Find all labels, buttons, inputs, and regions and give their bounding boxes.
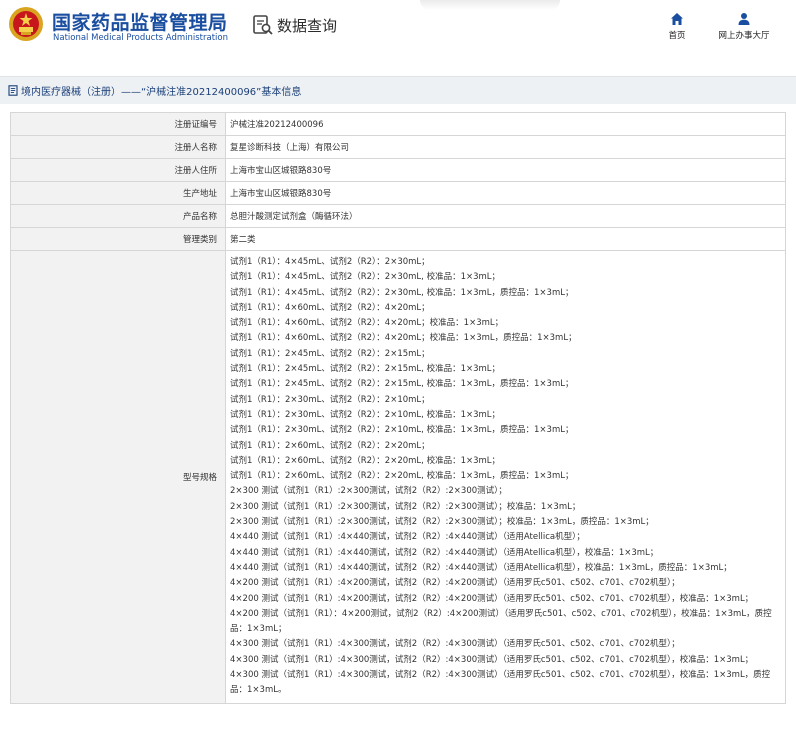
home-icon[interactable]	[670, 12, 684, 26]
spec-list: 试剂1（R1）：4×45mL、试剂2（R2）：2×30mL； 试剂1（R1）：4×…	[226, 251, 785, 703]
spec-line: 2×300 测试（试剂1（R1）:2×300测试，试剂2（R2）:2×300测试…	[230, 486, 507, 497]
spec-line: 4×440 测试（试剂1（R1）:4×440测试，试剂2（R2）:4×440测试…	[230, 547, 659, 558]
header-gap	[0, 60, 796, 76]
table-row: 注册证编号 沪械注准20212400096	[10, 113, 786, 136]
field-label: 生产地址	[11, 182, 226, 204]
spec-line: 试剂1（R1）：4×60mL、试剂2（R2）：4×20mL；校准品：1×3mL，…	[230, 333, 577, 344]
spec-line: 试剂1（R1）：2×30mL、试剂2（R2）：2×10mL, 校准品：1×3mL…	[230, 425, 574, 436]
field-value: 上海市宝山区城银路830号	[230, 166, 332, 176]
table-row: 生产地址 上海市宝山区城银路830号	[10, 182, 786, 205]
field-value: 复星诊断科技（上海）有限公司	[230, 143, 350, 153]
spec-line: 4×300 测试（试剂1（R1）:4×300测试，试剂2（R2）:4×300测试…	[230, 639, 680, 650]
spec-line: 试剂1（R1）：4×45mL、试剂2（R2）：2×30mL；	[230, 257, 430, 267]
field-label: 管理类别	[11, 228, 226, 250]
spec-line: 试剂1（R1）：2×45mL、试剂2（R2）：2×15mL；	[230, 348, 430, 359]
spec-line: 试剂1（R1）：2×60mL、试剂2（R2）：2×20mL, 校准品：1×3mL…	[230, 455, 501, 466]
spec-line: 试剂1（R1）：2×30mL、试剂2（R2）：2×10mL；	[230, 394, 430, 405]
table-row-spec: 型号规格 试剂1（R1）：4×45mL、试剂2（R2）：2×30mL； 试剂1（R…	[10, 251, 786, 704]
field-value: 总胆汁酸测定试剂盒（酶循环法）	[230, 212, 358, 222]
table-row: 注册人住所 上海市宝山区城银路830号	[10, 159, 786, 182]
spec-line: 试剂1（R1）：2×45mL、试剂2（R2）：2×15mL, 校准品：1×3mL…	[230, 364, 501, 375]
user-icon[interactable]	[737, 12, 751, 26]
spec-line: 试剂1（R1）：4×60mL、试剂2（R2）：4×20mL；校准品：1×3mL；	[230, 318, 504, 329]
query-title: 数据查询	[252, 14, 337, 36]
breadcrumb-text: 境内医疗器械（注册）——“沪械注准20212400096”基本信息	[21, 87, 302, 98]
spec-line: 2×300 测试（试剂1（R1）:2×300测试，试剂2（R2）:2×300测试…	[230, 501, 581, 512]
field-label: 产品名称	[11, 205, 226, 227]
field-label: 注册人名称	[11, 136, 226, 158]
spec-line: 4×200 测试（试剂1（R1）:4×200测试，试剂2（R2）:4×200测试…	[230, 593, 754, 604]
spec-line: 试剂1（R1）：2×45mL、试剂2（R2）：2×15mL, 校准品：1×3mL…	[230, 379, 574, 390]
spec-line: 试剂1（R1）：2×30mL、试剂2（R2）：2×10mL, 校准品：1×3mL…	[230, 409, 501, 420]
field-label: 注册证编号	[11, 113, 226, 135]
detail-table: 注册证编号 沪械注准20212400096 注册人名称 复星诊断科技（上海）有限…	[10, 112, 786, 704]
field-value: 上海市宝山区城银路830号	[230, 189, 332, 199]
document-search-icon	[253, 15, 273, 35]
national-emblem-icon[interactable]	[8, 6, 44, 42]
spec-line: 试剂1（R1）：2×60mL、试剂2（R2）：2×20mL, 校准品：1×3mL…	[230, 471, 574, 482]
site-title[interactable]: 国家药品监督管理局	[52, 8, 228, 35]
field-value: 沪械注准20212400096	[230, 120, 324, 130]
table-row: 注册人名称 复星诊断科技（上海）有限公司	[10, 136, 786, 159]
nav-home[interactable]: 首页	[664, 12, 690, 41]
query-title-label: 数据查询	[277, 16, 338, 35]
nav-home-label[interactable]: 首页	[664, 29, 690, 41]
header-decoration	[420, 0, 560, 10]
document-icon	[8, 85, 18, 96]
site-subtitle: National Medical Products Administration	[53, 33, 228, 43]
spec-line: 4×440 测试（试剂1（R1）:4×440测试，试剂2（R2）:4×440测试…	[230, 532, 585, 543]
spec-line: 4×200 测试（试剂1（R1）:4×200测试，试剂2（R2）:4×200测试…	[230, 578, 680, 589]
field-label: 注册人住所	[11, 159, 226, 181]
spec-line: 4×300 测试（试剂1（R1）:4×300测试，试剂2（R2）:4×300测试…	[230, 670, 771, 696]
table-row: 管理类别 第二类	[10, 228, 786, 251]
breadcrumb: 境内医疗器械（注册）——“沪械注准20212400096”基本信息	[0, 76, 796, 104]
spec-line: 4×440 测试（试剂1（R1）:4×440测试，试剂2（R2）:4×440测试…	[230, 562, 732, 573]
spec-line: 试剂1（R1）：4×60mL、试剂2（R2）：4×20mL；	[230, 302, 430, 313]
nav-service-hall-label[interactable]: 网上办事大厅	[712, 29, 776, 41]
spec-line: 试剂1（R1）：4×45mL、试剂2（R2）：2×30mL, 校准品：1×3mL…	[230, 272, 501, 283]
spec-line: 试剂1（R1）：2×60mL、试剂2（R2）：2×20mL；	[230, 440, 430, 451]
nav-service-hall[interactable]: 网上办事大厅	[712, 12, 776, 41]
spec-line: 2×300 测试（试剂1（R1）:2×300测试，试剂2（R2）:2×300测试…	[230, 517, 654, 528]
spec-line: 4×200 测试（试剂1（R1）：4×200测试，试剂2（R2）:4×200测试…	[230, 608, 772, 635]
field-label: 型号规格	[11, 251, 226, 703]
spec-line: 试剂1（R1）：4×45mL、试剂2（R2）：2×30mL, 校准品：1×3mL…	[230, 287, 574, 298]
table-row: 产品名称 总胆汁酸测定试剂盒（酶循环法）	[10, 205, 786, 228]
spec-line: 4×300 测试（试剂1（R1）:4×300测试，试剂2（R2）:4×300测试…	[230, 654, 754, 665]
site-header: 国家药品监督管理局 National Medical Products Admi…	[0, 0, 796, 60]
field-value: 第二类	[230, 235, 256, 245]
